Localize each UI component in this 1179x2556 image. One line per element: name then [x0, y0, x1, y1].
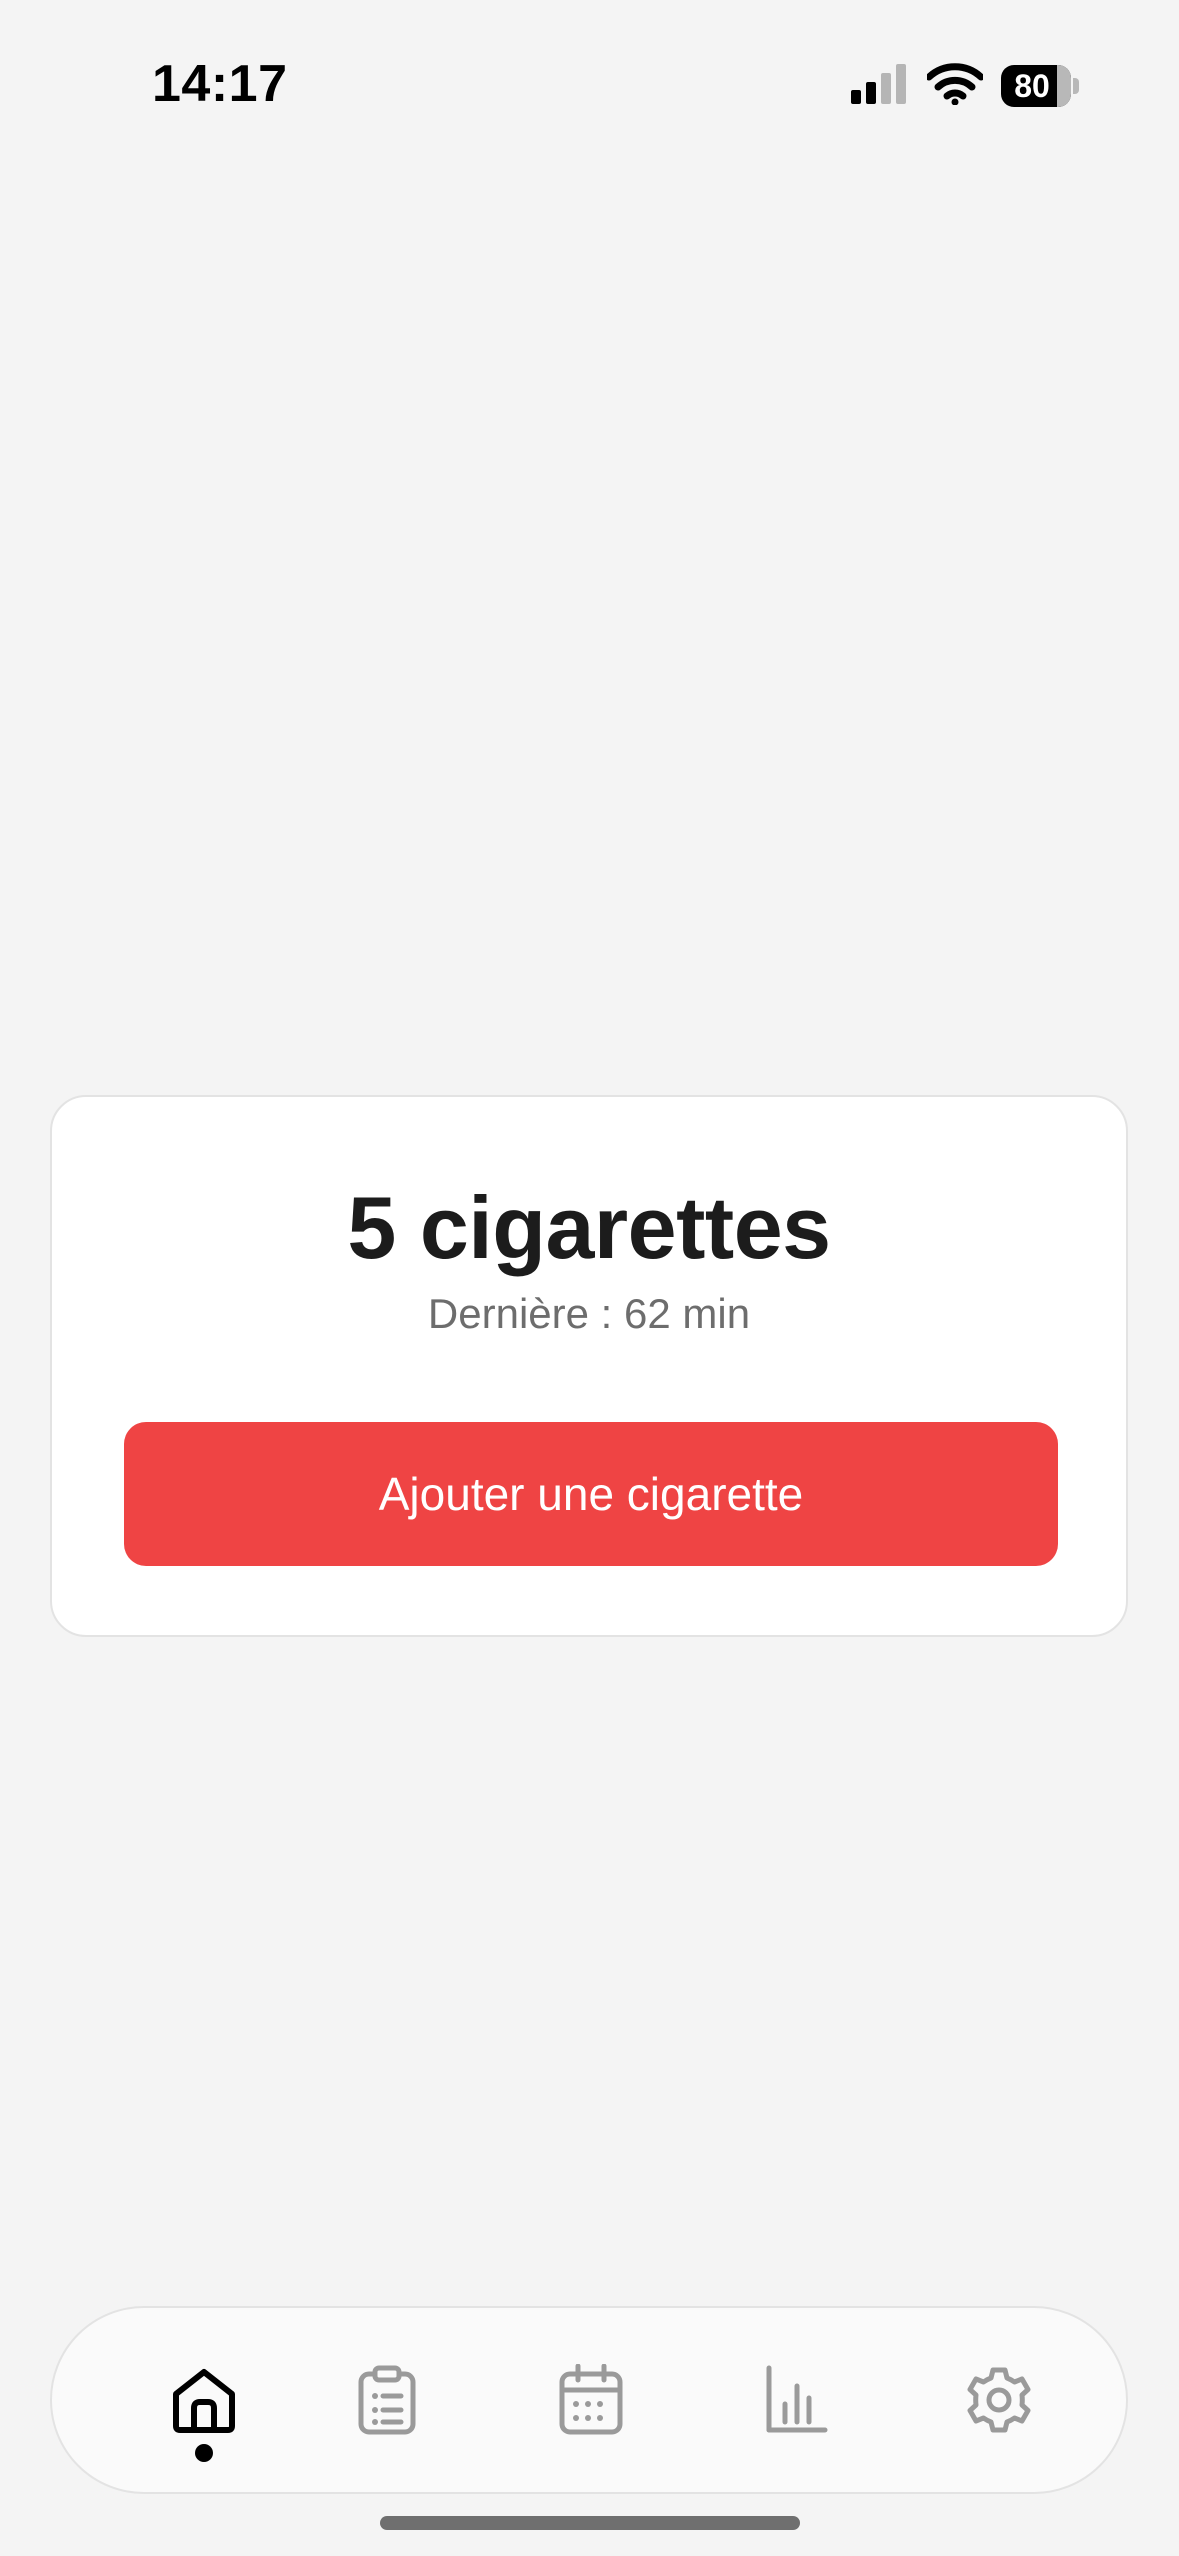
bar-chart-icon	[763, 2364, 829, 2436]
last-cigarette-label: Dernière : 62 min	[427, 1290, 751, 1337]
cellular-signal-icon	[851, 63, 909, 109]
status-icons: 80	[851, 62, 1079, 110]
tab-statistics[interactable]	[736, 2308, 856, 2492]
tab-settings[interactable]	[939, 2308, 1059, 2492]
cigarette-count-title: 5 cigarettes	[347, 1178, 831, 1277]
tab-history[interactable]	[327, 2308, 447, 2492]
cigarette-counter-card: 5 cigarettes Dernière : 62 min Ajouter u…	[50, 1095, 1128, 1637]
battery-percent: 80	[1014, 68, 1050, 104]
active-tab-indicator	[195, 2444, 213, 2462]
wifi-icon	[925, 62, 985, 110]
tab-calendar[interactable]	[531, 2308, 651, 2492]
add-cigarette-button[interactable]: Ajouter une cigarette	[124, 1422, 1058, 1566]
calendar-icon	[558, 2364, 624, 2436]
status-time: 14:17	[152, 55, 288, 113]
tab-home[interactable]	[144, 2308, 264, 2492]
gear-icon	[964, 2365, 1034, 2435]
battery-icon: 80	[1001, 65, 1079, 107]
home-indicator	[380, 2516, 800, 2530]
home-icon	[168, 2364, 240, 2436]
clipboard-list-icon	[355, 2364, 419, 2436]
bottom-tab-bar	[50, 2306, 1128, 2494]
status-bar: 14:17 80	[0, 0, 1179, 160]
